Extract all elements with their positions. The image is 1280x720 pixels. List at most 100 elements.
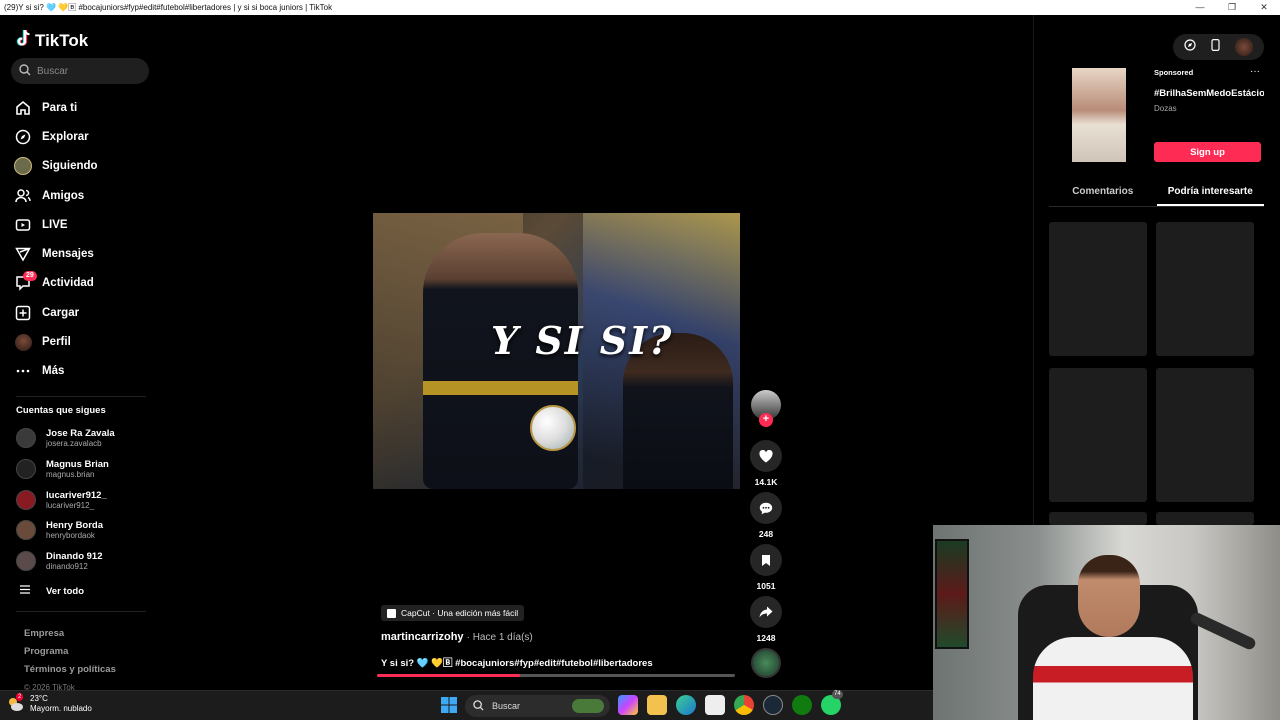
following-account[interactable]: lucariver912_ lucariver912_ [16,484,151,515]
nav-label: Más [42,365,65,378]
account-name: Jose Ra Zavala [46,428,115,440]
chrome-icon[interactable] [734,695,754,715]
whatsapp-badge: 74 [832,690,843,699]
friends-icon [14,187,32,205]
nav-item-mas[interactable]: Más [14,357,154,386]
creator-avatar-button[interactable]: + [750,390,782,427]
activity-badge: 29 [23,270,37,281]
suggested-video-card[interactable] [1156,222,1254,356]
capcut-tag[interactable]: CapCut · Una edición más fácil [381,605,525,621]
save-button[interactable]: 1051 [750,544,782,591]
suggested-video-card[interactable] [1049,368,1147,502]
live-icon [14,216,32,234]
share-icon [750,596,782,628]
windows-start-icon[interactable] [439,695,459,715]
video-author: martincarrizohy · Hace 1 día(s) [381,631,533,643]
video-jersey-stripe [423,381,578,395]
messages-icon [14,245,32,263]
author-username[interactable]: martincarrizohy [381,631,464,643]
follow-plus-icon[interactable]: + [759,413,773,427]
nav-item-siguiendo[interactable]: Siguiendo [14,152,154,181]
capcut-icon [387,608,396,618]
whatsapp-icon[interactable]: 74 [821,690,843,715]
explore-icon[interactable] [1184,38,1196,56]
share-button[interactable]: 1248 [750,596,782,643]
video-progress-fill [377,674,521,677]
steam-icon[interactable] [763,695,783,715]
comment-button[interactable]: 248 [750,492,782,539]
sign-up-button[interactable]: Sign up [1154,142,1261,162]
edge-icon[interactable] [676,695,696,715]
ad-brand: Dozas [1154,104,1177,113]
nav-item-amigos[interactable]: Amigos [14,181,154,210]
sponsored-label: Sponsored [1154,68,1194,77]
ad-more-icon[interactable]: ··· [1250,66,1260,77]
minimize-button[interactable]: — [1184,0,1216,15]
user-avatar[interactable] [1234,38,1253,56]
footer-link-terminos[interactable]: Términos y políticas [24,661,116,679]
store-icon[interactable] [705,695,725,715]
search-icon [473,699,484,713]
sound-button[interactable] [750,648,782,678]
nav-label: Mensajes [42,248,94,261]
footer-link-programa[interactable]: Programa [24,643,116,661]
account-username: henrybordaok [46,531,95,541]
file-explorer-icon[interactable] [647,695,667,715]
suggested-video-card[interactable] [1049,222,1147,356]
nav-item-cargar[interactable]: Cargar [14,298,154,327]
nav-item-actividad[interactable]: 29 Actividad [14,269,154,298]
tiktok-logo[interactable]: TikTok [16,29,88,52]
wall-frame [935,539,969,649]
search-input[interactable]: Buscar [11,58,149,84]
nav-item-mensajes[interactable]: Mensajes [14,239,154,268]
nav-label: Explorar [42,130,89,143]
suggested-video-card[interactable] [1049,512,1147,525]
like-button[interactable]: 14.1K [750,440,782,487]
nav-label: LIVE [42,218,68,231]
suggested-video-card[interactable] [1156,368,1254,502]
avatar [16,459,36,480]
nav-item-para-ti[interactable]: Para ti [14,93,154,122]
maximize-button[interactable]: ❐ [1216,0,1248,15]
following-account[interactable]: Magnus Brian magnus.brian [16,454,151,485]
tab-podria-interesarte[interactable]: Podría interesarte [1156,184,1264,206]
following-account[interactable]: Jose Ra Zavala josera.zavalacb [16,423,151,454]
copilot-icon[interactable] [618,695,638,715]
window-controls: — ❐ ✕ [1184,0,1280,15]
nav-item-live[interactable]: LIVE [14,210,154,239]
tab-comentarios[interactable]: Comentarios [1049,184,1157,206]
close-button[interactable]: ✕ [1248,0,1280,15]
taskbar-search[interactable]: Buscar [465,695,610,717]
nav-item-explorar[interactable]: Explorar [14,122,154,151]
webcam-overlay [933,525,1280,720]
taskbar-search-label: Buscar [492,701,521,711]
xbox-icon[interactable] [792,695,812,715]
ad-thumbnail[interactable] [1072,68,1126,162]
account-username: lucariver912_ [46,500,95,510]
device-icon[interactable] [1211,38,1220,56]
taskbar: 2 23°C Mayorm. nublado Buscar 74 [0,690,933,720]
following-list: Jose Ra Zavala josera.zavalacb Magnus Bri… [16,423,151,576]
sponsored-ad[interactable]: Sponsored ··· #BrilhaSemMedoEstácio Doza… [1050,66,1265,162]
nav-label: Actividad [42,277,94,290]
see-all-label: Ver todo [46,585,85,597]
weather-temp: 23°C [30,694,48,703]
nav-label: Amigos [42,189,85,202]
following-account[interactable]: Dinando 912 dinando912 [16,546,151,577]
nav-label: Para ti [42,101,78,114]
save-count: 1051 [756,581,776,591]
sidebar: TikTok Buscar Para ti Explorar Siguiendo… [0,15,160,692]
heart-icon [750,440,782,472]
video-progress-bar[interactable] [377,674,735,677]
see-all-button[interactable]: Ver todo [20,585,84,597]
video-player[interactable]: Y SI SI? [373,213,740,489]
weather-widget[interactable]: 2 23°C Mayorm. nublado [6,693,92,714]
footer-link-empresa[interactable]: Empresa [24,625,116,643]
suggested-video-card[interactable] [1156,512,1254,525]
search-icon [19,63,31,79]
account-name: Magnus Brian [46,459,109,471]
nav-item-perfil[interactable]: Perfil [14,327,154,356]
following-account[interactable]: Henry Borda henrybordaok [16,515,151,546]
logo-text: TikTok [35,30,89,50]
upload-icon [14,304,32,322]
